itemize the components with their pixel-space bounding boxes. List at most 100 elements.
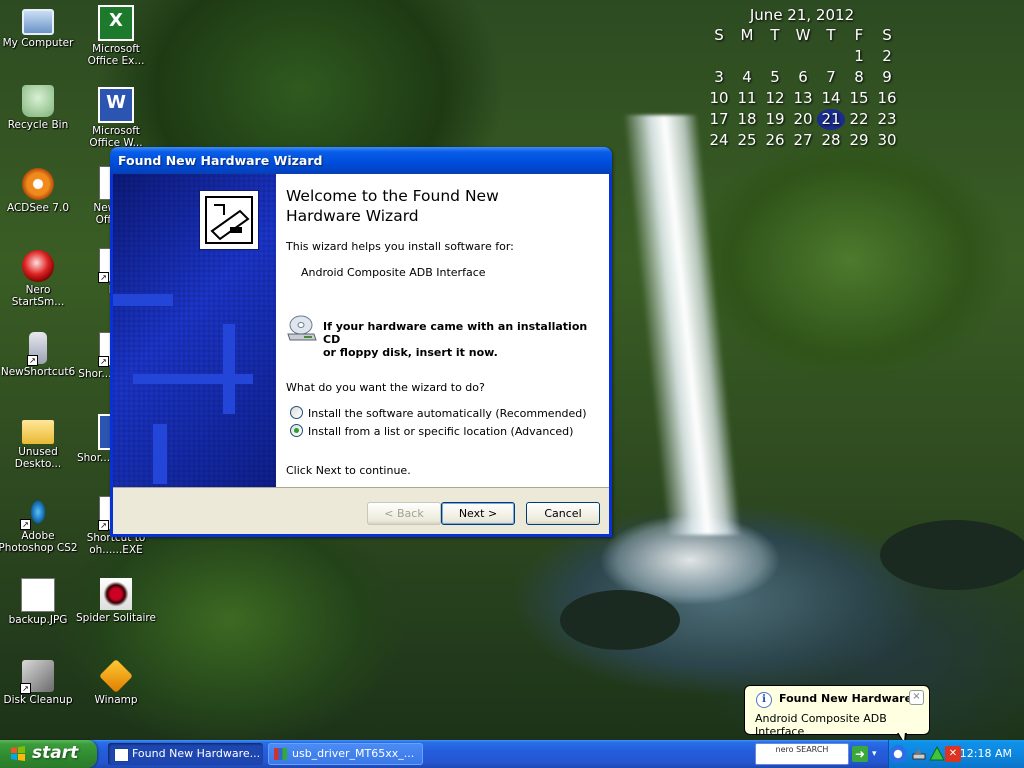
calendar-day: 22 <box>849 110 869 128</box>
nero-search-label: nero SEARCH <box>775 745 829 754</box>
rock <box>880 520 1024 590</box>
wizard-heading-line1: Welcome to the Found New <box>286 187 499 205</box>
clock[interactable]: 12:18 AM <box>960 740 1012 768</box>
calendar-weekday: M <box>740 26 754 44</box>
notification-balloon[interactable]: i Found New Hardware × Android Composite… <box>744 685 930 745</box>
wizard-intro: This wizard helps you install software f… <box>286 240 514 253</box>
radio-button[interactable] <box>290 406 303 419</box>
desktop-icon-label: Adobe Photoshop CS2 <box>0 530 78 554</box>
radio-install-automatically[interactable]: Install the software automatically (Reco… <box>290 406 587 420</box>
desktop-icon-newshortcut6[interactable]: ↗ NewShortcut6 <box>0 332 78 378</box>
radio-install-from-list[interactable]: Install from a list or specific location… <box>290 424 573 438</box>
system-tray: ✕ 12:18 AM <box>888 740 1024 768</box>
start-button[interactable]: start <box>0 740 97 768</box>
desktop-icon-label: ACDSee 7.0 <box>6 202 70 214</box>
arrow-right-icon[interactable]: ➜ <box>852 746 868 762</box>
calendar-day: 16 <box>877 89 897 107</box>
start-label: start <box>32 743 79 763</box>
show-hidden-icons-icon[interactable] <box>889 745 907 763</box>
desktop-icon-label: NewShortcut6 <box>0 366 76 378</box>
desktop-icon-photoshop[interactable]: ↗ Adobe Photoshop CS2 <box>0 496 78 554</box>
jpg-file-icon <box>21 578 55 612</box>
calendar-day: 14 <box>821 89 841 107</box>
calendar-grid: S M T W T F S 1 2 3 4 5 6 7 8 9 10 11 12 13 14 15 16 17 18 19 20 21… <box>705 25 899 151</box>
network-triangle-icon[interactable] <box>929 745 945 762</box>
next-button[interactable]: Next > <box>441 502 515 525</box>
window-icon <box>114 748 129 762</box>
chevron-down-icon[interactable]: ▾ <box>872 746 888 762</box>
desktop-icon-spider-solitaire[interactable]: Spider Solitaire <box>76 578 156 624</box>
task-found-new-hardware[interactable]: Found New Hardware... <box>108 743 263 765</box>
shortcut-arrow-icon: ↗ <box>20 683 31 694</box>
task-usb-driver[interactable]: usb_driver_MT65xx_... <box>268 743 423 765</box>
shortcut-arrow-icon: ↗ <box>20 519 31 530</box>
wizard-body: Welcome to the Found New Hardware Wizard… <box>113 174 609 534</box>
archive-icon <box>274 748 287 760</box>
excel-icon: X <box>98 5 134 41</box>
photoshop-icon: ↗ <box>20 496 54 530</box>
calendar-day: 28 <box>821 131 841 149</box>
calendar-day: 4 <box>742 68 752 86</box>
desktop-icon-disk-cleanup[interactable]: ↗ Disk Cleanup <box>0 660 78 706</box>
windows-logo-icon <box>10 746 26 762</box>
calendar-day: 23 <box>877 110 897 128</box>
desktop-icon-nero[interactable]: Nero StartSm... <box>0 250 78 308</box>
disk-cleanup-icon: ↗ <box>20 660 54 694</box>
calendar-weekday: F <box>854 26 864 44</box>
calendar-day: 3 <box>714 68 724 86</box>
calendar-day <box>789 46 817 67</box>
desktop-icon-acdsee[interactable]: ACDSee 7.0 <box>0 168 78 214</box>
calendar-day <box>705 46 733 67</box>
desktop-icon-label: Winamp <box>94 694 138 706</box>
shortcut-arrow-icon: ↗ <box>98 520 109 531</box>
calendar-day: 1 <box>854 47 864 65</box>
spider-solitaire-icon <box>100 578 132 610</box>
desktop-icon-word[interactable]: W Microsoft Office W... <box>76 87 156 149</box>
calendar-day: 17 <box>709 110 729 128</box>
acdsee-icon <box>22 168 54 200</box>
close-icon[interactable]: × <box>909 690 924 705</box>
calendar-day: 9 <box>882 68 892 86</box>
desktop-icon-label: Spider Solitaire <box>76 612 156 624</box>
calendar-weekday: W <box>795 26 811 44</box>
calendar-weekday: S <box>882 26 892 44</box>
desktop-icon-my-computer[interactable]: My Computer <box>0 5 78 49</box>
calendar-day <box>733 46 761 67</box>
desktop-icon-winamp[interactable]: Winamp <box>76 659 156 706</box>
desktop-icon-excel[interactable]: X Microsoft Office Ex... <box>76 5 156 67</box>
nero-search-box[interactable]: nero SEARCH <box>755 743 849 765</box>
wizard-question: What do you want the wizard to do? <box>286 381 485 394</box>
antivirus-icon[interactable]: ✕ <box>945 746 961 762</box>
cancel-button[interactable]: Cancel <box>526 502 600 525</box>
desktop-icon-label: backup.JPG <box>8 614 68 626</box>
calendar-weekday: T <box>826 26 836 44</box>
rock <box>560 590 680 650</box>
back-button[interactable]: < Back <box>367 502 441 525</box>
recycle-bin-icon <box>22 85 54 117</box>
task-label: usb_driver_MT65xx_... <box>292 747 415 760</box>
shortcut-arrow-icon: ↗ <box>27 355 38 366</box>
cd-instruction-text: If your hardware came with an installati… <box>323 320 606 359</box>
desktop-icon-recycle-bin[interactable]: Recycle Bin <box>0 85 78 131</box>
desktop-icon-backup-jpg[interactable]: backup.JPG <box>0 578 78 626</box>
hardware-icon[interactable] <box>911 746 927 762</box>
calendar-day: 5 <box>770 68 780 86</box>
calendar-day: 21 <box>817 109 845 130</box>
desktop-icon-label: Unused Deskto... <box>14 446 62 470</box>
calendar-title: June 21, 2012 <box>749 6 855 24</box>
phone-icon: ↗ <box>27 332 47 366</box>
wizard-heading-line2: Hardware Wizard <box>286 207 419 225</box>
radio-button[interactable] <box>290 424 303 437</box>
calendar-day: 6 <box>798 68 808 86</box>
desktop-icon-label: My Computer <box>2 37 74 49</box>
wizard-window: Found New Hardware Wizard Welcome to the… <box>110 147 612 537</box>
calendar-day: 8 <box>854 68 864 86</box>
calendar-day: 13 <box>793 89 813 107</box>
calendar-day: 7 <box>826 68 836 86</box>
desktop-icon-unused-desktop[interactable]: Unused Deskto... <box>0 414 78 470</box>
window-title-bar[interactable]: Found New Hardware Wizard <box>110 147 612 174</box>
calendar-weekday: S <box>714 26 724 44</box>
wizard-button-bar: < Back Next > Cancel <box>113 487 609 534</box>
wizard-heading: Welcome to the Found New Hardware Wizard <box>286 186 586 226</box>
waterfall <box>622 115 743 535</box>
